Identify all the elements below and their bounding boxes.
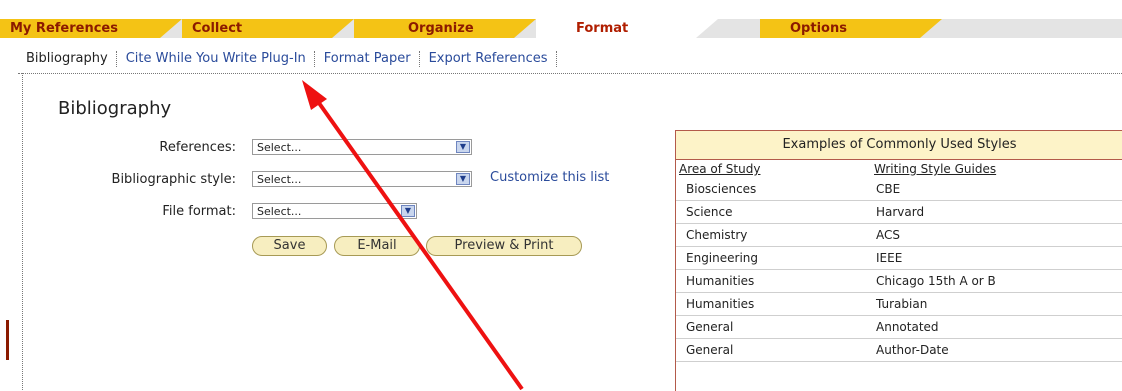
tab-strip: My References Collect Organize Format Op… bbox=[0, 0, 1122, 46]
submenu-divider bbox=[18, 73, 1122, 74]
table-row: Humanities Chicago 15th A or B bbox=[676, 270, 1122, 293]
page-title: Bibliography bbox=[58, 98, 172, 119]
chevron-down-icon[interactable]: ▼ bbox=[456, 173, 470, 185]
table-row: Humanities Turabian bbox=[676, 293, 1122, 316]
column-header-area: Area of Study bbox=[679, 162, 761, 176]
table-row: Biosciences CBE bbox=[676, 178, 1122, 201]
file-format-select[interactable]: Select... ▼ bbox=[252, 203, 417, 219]
references-select[interactable]: Select... ▼ bbox=[252, 139, 472, 155]
file-format-label: File format: bbox=[162, 204, 236, 219]
save-button[interactable]: Save bbox=[252, 236, 327, 256]
table-row: General Annotated bbox=[676, 316, 1122, 339]
table-row: Chemistry ACS bbox=[676, 224, 1122, 247]
references-label: References: bbox=[159, 140, 236, 155]
tab-my-references[interactable]: My References bbox=[0, 19, 182, 38]
preview-print-button[interactable]: Preview & Print bbox=[426, 236, 582, 256]
table-row: Science Harvard bbox=[676, 201, 1122, 224]
column-header-guides: Writing Style Guides bbox=[874, 162, 997, 176]
examples-header-row: Area of Study Writing Style Guides bbox=[676, 160, 1122, 178]
submenu-cite-while-you-write[interactable]: Cite While You Write Plug-In bbox=[118, 51, 314, 66]
customize-list-link[interactable]: Customize this list bbox=[490, 170, 609, 185]
submenu-bibliography[interactable]: Bibliography bbox=[18, 51, 116, 66]
chevron-down-icon[interactable]: ▼ bbox=[456, 141, 470, 153]
tab-collect[interactable]: Collect bbox=[182, 19, 354, 38]
content-left-border bbox=[22, 73, 23, 390]
email-button[interactable]: E-Mail bbox=[334, 236, 420, 256]
submenu-export-references[interactable]: Export References bbox=[421, 51, 556, 66]
table-row: General Author-Date bbox=[676, 339, 1122, 362]
tab-organize[interactable]: Organize bbox=[354, 19, 536, 38]
left-edge-marker bbox=[6, 320, 9, 360]
table-row: Engineering IEEE bbox=[676, 247, 1122, 270]
examples-table: Examples of Commonly Used Styles Area of… bbox=[675, 130, 1122, 391]
examples-title: Examples of Commonly Used Styles bbox=[676, 131, 1122, 160]
submenu-format-paper[interactable]: Format Paper bbox=[316, 51, 419, 66]
tab-options[interactable]: Options bbox=[760, 19, 942, 38]
bibliographic-style-label: Bibliographic style: bbox=[111, 172, 236, 187]
bibliographic-style-select[interactable]: Select... ▼ bbox=[252, 171, 472, 187]
chevron-down-icon[interactable]: ▼ bbox=[401, 205, 415, 217]
tab-format[interactable]: Format bbox=[536, 19, 718, 38]
annotation-arrow-head bbox=[302, 80, 327, 110]
format-submenu: Bibliography Cite While You Write Plug-In… bbox=[18, 46, 558, 72]
